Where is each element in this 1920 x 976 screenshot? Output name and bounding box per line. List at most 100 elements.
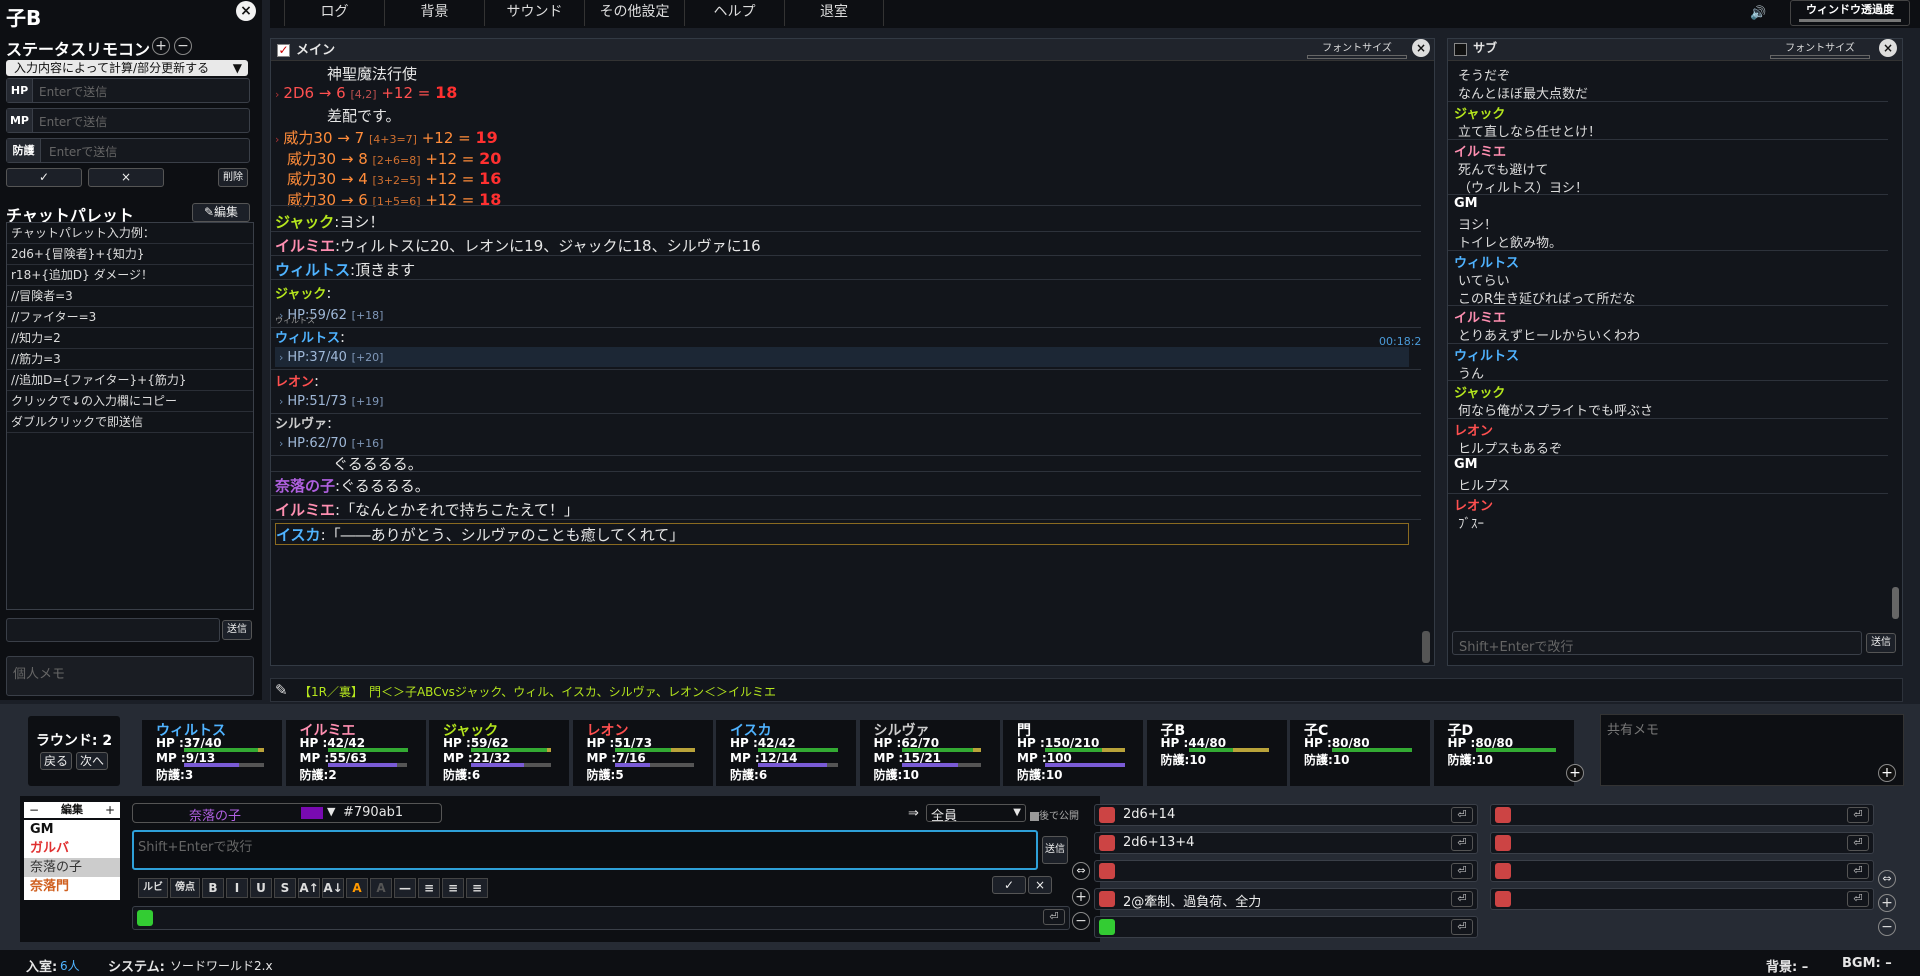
menu-exit[interactable]: 退室	[784, 0, 884, 26]
sub-scrollbar[interactable]	[1892, 587, 1899, 619]
edit-icon[interactable]: ✎	[275, 681, 288, 699]
enter-icon[interactable]: ⏎	[1451, 863, 1473, 879]
name-edit-button[interactable]: 編集	[44, 802, 100, 818]
speaker-icon[interactable]: 🔊	[1750, 6, 1766, 21]
close-icon[interactable]: ×	[1879, 39, 1897, 57]
dice-macro-row[interactable]: ⏎	[1490, 832, 1874, 854]
hp-input[interactable]: HP Enterで送信	[6, 78, 250, 103]
underline-button[interactable]: U	[250, 878, 272, 898]
main-tab-checkbox[interactable]: ✓	[277, 43, 290, 57]
room-count[interactable]: 6人	[60, 957, 80, 974]
menu-log[interactable]: ログ	[284, 0, 384, 26]
round-next-button[interactable]: 次へ	[76, 752, 108, 770]
sub-fontsize-slider[interactable]: フォントサイズ	[1770, 39, 1870, 59]
palette-item[interactable]: //ファイター=3	[7, 307, 253, 328]
enter-icon[interactable]: ⏎	[1043, 909, 1065, 925]
add-icon[interactable]: +	[152, 37, 170, 55]
dice-macro-row[interactable]: ⏎	[1094, 860, 1478, 882]
enter-icon[interactable]: ⏎	[1847, 891, 1869, 907]
palette-input[interactable]	[6, 618, 220, 642]
enter-icon[interactable]: ⏎	[1847, 807, 1869, 823]
align-right-button[interactable]: ≡	[466, 878, 488, 898]
align-left-button[interactable]: ≡	[418, 878, 440, 898]
palette-item[interactable]: ダブルクリックで即送信	[7, 412, 253, 433]
character-status-card[interactable]: ジャック HP :59/62 MP :21/32 防護:6	[429, 720, 569, 786]
swap-icon[interactable]: ⇔	[1072, 862, 1090, 880]
note-macro-row[interactable]: ⏎	[1094, 916, 1478, 938]
dice-macro-row[interactable]: 2@牽制、過負荷、全力 ⏎	[1094, 888, 1478, 910]
character-status-card[interactable]: 子C HP :80/80 防護:10	[1290, 720, 1430, 786]
font-up-button[interactable]: A↑	[298, 878, 320, 898]
dice-macro-row[interactable]: ⏎	[1490, 804, 1874, 826]
update-mode-select[interactable]: 入力内容によって計算/部分更新する ▼	[6, 60, 248, 76]
delete-button[interactable]: 削除	[218, 168, 248, 187]
close-icon[interactable]: ×	[1412, 39, 1430, 57]
enter-icon[interactable]: ⏎	[1451, 807, 1473, 823]
dice-macro-row[interactable]: ⏎	[1490, 888, 1874, 910]
opacity-slider[interactable]: ウィンドウ透過度	[1790, 0, 1910, 26]
enter-icon[interactable]: ⏎	[1847, 835, 1869, 851]
palette-item[interactable]: 2d6+{冒険者}+{知力}	[7, 244, 253, 265]
add-name-icon[interactable]: +	[100, 802, 120, 818]
strike-button[interactable]: S	[274, 878, 296, 898]
current-character-select[interactable]: 奈落の子 ▼ #790ab1	[132, 803, 442, 824]
character-status-card[interactable]: 子B HP :44/80 防護:10	[1146, 720, 1287, 786]
publish-later-checkbox[interactable]: 後で公開	[1030, 807, 1079, 822]
palette-item[interactable]: クリックで↓の入力欄にコピー	[7, 391, 253, 412]
shared-memo[interactable]: 共有メモ	[1600, 714, 1904, 786]
character-name-item[interactable]: 奈落門	[24, 877, 120, 896]
character-status-card[interactable]: 子D HP :80/80 防護:10	[1433, 720, 1574, 786]
character-status-card[interactable]: ウィルトス HP :37/40 MP :9/13 防護:3	[142, 720, 282, 786]
palette-item[interactable]: //追加D={ファイター}+{筋力}	[7, 370, 253, 391]
dice-macro-row[interactable]: 2d6+13+4 ⏎	[1094, 832, 1478, 854]
add-memo-icon[interactable]: +	[1878, 764, 1896, 782]
mp-input[interactable]: MP Enterで送信	[6, 108, 250, 133]
menu-settings[interactable]: その他設定	[584, 0, 684, 26]
ruby-button[interactable]: ルビ	[138, 878, 168, 898]
italic-button[interactable]: I	[226, 878, 248, 898]
bold-button[interactable]: B	[202, 878, 224, 898]
palette-item[interactable]: //冒険者=3	[7, 286, 253, 307]
palette-item[interactable]: //知力=2	[7, 328, 253, 349]
extra-chat-input[interactable]: ⏎	[132, 906, 1070, 930]
palette-item[interactable]: チャットパレット入力例：	[7, 223, 253, 244]
remove-icon[interactable]: −	[174, 37, 192, 55]
rule-button[interactable]: —	[394, 878, 416, 898]
character-status-card[interactable]: イスカ HP :42/42 MP :12/14 防護:6	[716, 720, 856, 786]
enter-icon[interactable]: ⏎	[1451, 891, 1473, 907]
defense-input[interactable]: 防護 Enterで送信	[6, 138, 250, 163]
close-icon[interactable]: ×	[236, 1, 256, 21]
add-dice-icon[interactable]: +	[1072, 888, 1090, 906]
remove-dice-icon[interactable]: −	[1878, 918, 1896, 936]
confirm-button[interactable]: ✓	[6, 168, 82, 187]
chat-text-input[interactable]: Shift+Enterで改行	[132, 830, 1038, 870]
confirm-button[interactable]: ✓	[992, 876, 1026, 894]
character-status-card[interactable]: 門 HP :150/210 MP :100 防護:10	[1003, 720, 1143, 786]
personal-memo[interactable]: 個人メモ	[6, 656, 254, 696]
enter-icon[interactable]: ⏎	[1451, 835, 1473, 851]
emphasis-button[interactable]: 傍点	[170, 878, 200, 898]
color-swatch[interactable]	[301, 807, 323, 819]
enter-icon[interactable]: ⏎	[1451, 919, 1473, 935]
palette-edit-button[interactable]: ✎編集	[192, 203, 250, 222]
menu-background[interactable]: 背景	[384, 0, 484, 26]
menu-sound[interactable]: サウンド	[484, 0, 584, 26]
sub-send-button[interactable]: 送信	[1866, 633, 1896, 653]
main-fontsize-slider[interactable]: フォントサイズ	[1307, 39, 1407, 59]
character-status-card[interactable]: イルミエ HP :42/42 MP :55/63 防護:2	[285, 720, 426, 786]
cancel-button[interactable]: ×	[1028, 876, 1052, 894]
target-select[interactable]: 全員 ▼	[926, 804, 1026, 824]
text-color-button[interactable]: A	[346, 878, 368, 898]
character-status-card[interactable]: シルヴァ HP :62/70 MP :15/21 防護:10	[859, 720, 1000, 786]
main-scrollbar[interactable]	[1422, 631, 1430, 663]
sub-chat-input[interactable]: Shift+Enterで改行	[1452, 631, 1862, 655]
character-name-item[interactable]: ガルバ	[24, 839, 120, 858]
add-dice-icon[interactable]: +	[1878, 894, 1896, 912]
bg-color-button[interactable]: A	[370, 878, 392, 898]
table-info-bar[interactable]: ✎ 【1R／裏】 門＜＞子ABCvsジャック、ウィル、イスカ、シルヴァ、レオン＜…	[270, 678, 1903, 702]
palette-send-button[interactable]: 送信	[222, 620, 252, 640]
character-status-card[interactable]: レオン HP :51/73 MP :7/16 防護:5	[572, 720, 713, 786]
character-name-item[interactable]: GM	[24, 820, 120, 839]
palette-item[interactable]: //筋力=3	[7, 349, 253, 370]
sub-tab-checkbox[interactable]	[1454, 42, 1467, 56]
